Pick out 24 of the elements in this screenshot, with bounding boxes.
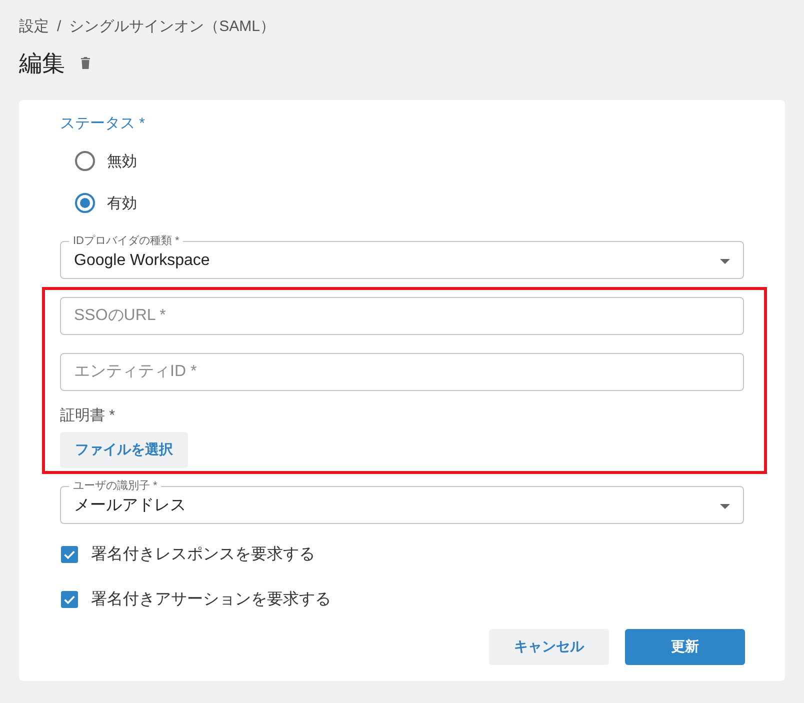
checkbox-label: 署名付きアサーションを要求する (91, 590, 331, 610)
field-label: ステータス * (60, 114, 146, 134)
trash-icon[interactable] (81, 57, 90, 69)
radio-button[interactable] (75, 193, 95, 213)
dropdown-field[interactable]: IDプロバイダの種類 * Google Workspace (60, 234, 744, 279)
update-button[interactable]: 更新 (625, 629, 745, 665)
dropdown-field[interactable]: ユーザの識別子 * メールアドレス (60, 479, 744, 524)
checkbox[interactable] (61, 546, 78, 563)
text-input[interactable]: SSOのURL * (60, 297, 744, 335)
checkbox[interactable] (61, 591, 78, 608)
radio-label: 無効 (107, 152, 137, 170)
field-label: 証明書 * (60, 406, 116, 426)
caret-icon (720, 504, 730, 508)
breadcrumb-separator: / (57, 17, 62, 37)
radio-label: 有効 (107, 194, 137, 212)
caret-icon (720, 258, 730, 264)
breadcrumb-link[interactable]: 設定 (19, 17, 49, 37)
radio-button[interactable] (75, 151, 95, 171)
page-title: 編集 (19, 49, 65, 78)
breadcrumb-current: シングルサインオン（SAML） (69, 17, 276, 37)
text-input[interactable]: エンティティID * (60, 353, 744, 391)
cancel-button[interactable]: キャンセル (489, 629, 609, 665)
checkbox-label: 署名付きレスポンスを要求する (91, 544, 315, 565)
file-select-button[interactable]: ファイルを選択 (60, 432, 188, 468)
